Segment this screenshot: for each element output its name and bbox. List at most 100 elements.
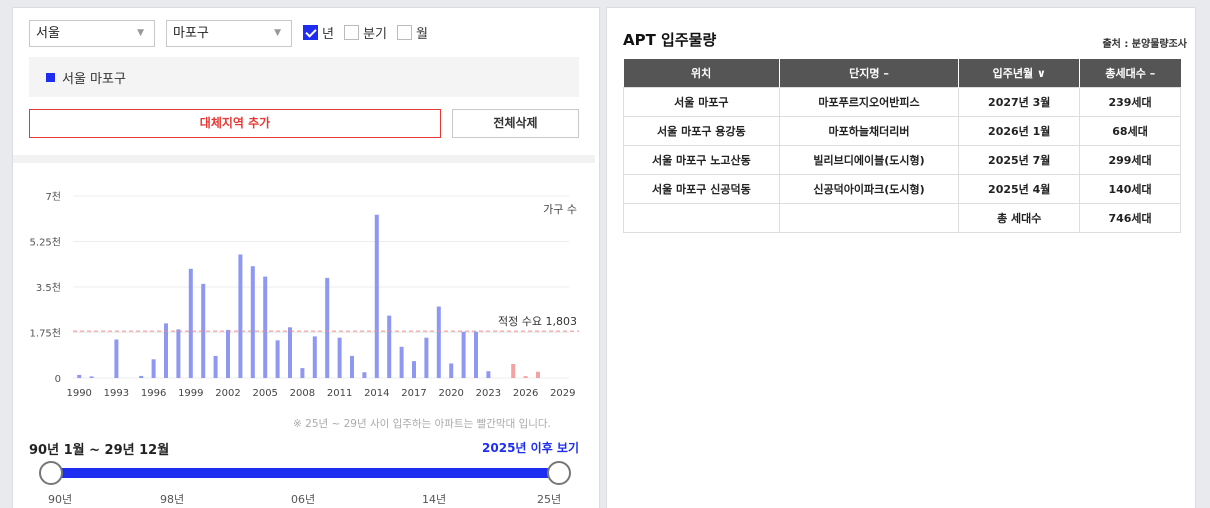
cell-move-in: 2027년 3월 <box>958 86 1081 117</box>
column-header-complex[interactable]: 단지명 – <box>779 59 960 87</box>
total-value: 746세대 <box>1079 202 1181 233</box>
cell-move-in: 2025년 4월 <box>958 173 1081 204</box>
region-color-marker <box>46 73 55 82</box>
cell-move-in: 2025년 7월 <box>958 144 1081 175</box>
supply-chart-panel: 서울 ▼ 마포구 ▼ 년 분기 월 서울 마포구 대체지역 추가 전체삭제 01… <box>12 7 600 508</box>
cell-location: 서울 마포구 신공덕동 <box>623 173 780 204</box>
bar-2008 <box>300 368 305 378</box>
slider-end-handle[interactable] <box>547 461 571 485</box>
region-select-value: 서울 <box>36 26 60 41</box>
bar-1991 <box>89 376 94 378</box>
bar-2026 <box>523 376 528 378</box>
add-region-button[interactable]: 대체지역 추가 <box>29 109 441 138</box>
x-tick-label: 2014 <box>364 388 389 399</box>
slider-tick: 25년 <box>537 493 562 506</box>
cell-households: 299세대 <box>1079 144 1181 175</box>
slider-tick: 98년 <box>160 493 185 506</box>
x-tick-label: 2020 <box>438 388 463 399</box>
x-tick-label: 1996 <box>141 388 166 399</box>
region-select[interactable]: 서울 ▼ <box>29 20 155 47</box>
bar-2007 <box>288 327 292 378</box>
bar-1993 <box>114 339 119 378</box>
bar-2018 <box>424 337 429 378</box>
bar-2021 <box>461 331 466 378</box>
y-tick-label: 0 <box>55 374 61 385</box>
bar-2011 <box>337 337 342 378</box>
bar-2006 <box>275 340 280 378</box>
table-row[interactable]: 서울 마포구 용강동 마포하늘채더리버 2026년 1월 68세대 <box>623 115 1181 146</box>
period-range-label: 90년 1월 ~ 29년 12월 <box>29 443 170 458</box>
x-tick-label: 2029 <box>550 388 575 399</box>
cell-move-in: 2026년 1월 <box>958 115 1081 146</box>
x-tick-label: 2011 <box>327 388 352 399</box>
cell-households: 239세대 <box>1079 86 1181 117</box>
bar-2019 <box>436 306 441 378</box>
district-select[interactable]: 마포구 ▼ <box>166 20 292 47</box>
month-checkbox[interactable] <box>397 25 412 40</box>
selected-region-list: 서울 마포구 <box>29 57 579 97</box>
clear-all-button[interactable]: 전체삭제 <box>452 109 579 138</box>
cell-empty <box>623 202 780 233</box>
year-checkbox[interactable] <box>303 25 318 40</box>
slider-tick: 90년 <box>48 493 73 506</box>
x-tick-label: 2023 <box>476 388 501 399</box>
bar-2002 <box>226 329 230 378</box>
apt-supply-table-panel: APT 입주물량 출처 : 분양물량조사 위치 단지명 – 입주년월 ∨ 총세대… <box>606 7 1196 508</box>
column-header-location[interactable]: 위치 <box>623 59 780 87</box>
year-checkbox-label: 년 <box>322 27 334 42</box>
table-row[interactable]: 서울 마포구 마포푸르지오어반피스 2027년 3월 239세대 <box>623 86 1181 117</box>
column-header-move-in[interactable]: 입주년월 ∨ <box>958 59 1081 87</box>
table-row[interactable]: 서울 마포구 신공덕동 신공덕아이파크(도시형) 2025년 4월 140세대 <box>623 173 1181 204</box>
bar-2022 <box>474 331 478 378</box>
y-tick-label: 7천 <box>45 191 61 203</box>
bar-1995 <box>139 375 144 378</box>
bar-2009 <box>312 336 317 378</box>
cell-complex: 빌리브디에이블(도시형) <box>778 144 960 175</box>
cell-location: 서울 마포구 <box>623 86 780 117</box>
data-source: 출처 : 분양물량조사 <box>1102 39 1187 50</box>
district-select-value: 마포구 <box>173 26 209 41</box>
quarter-checkbox-label: 분기 <box>363 27 387 42</box>
apt-supply-table: 위치 단지명 – 입주년월 ∨ 총세대수 – 서울 마포구 마포푸르지오어반피스… <box>623 59 1181 233</box>
cell-complex: 신공덕아이파크(도시형) <box>778 173 960 204</box>
bar-2013 <box>362 372 367 378</box>
x-tick-label: 1993 <box>104 388 129 399</box>
total-label: 총 세대수 <box>958 202 1081 233</box>
bar-2012 <box>350 355 354 378</box>
cell-location: 서울 마포구 노고산동 <box>623 144 780 175</box>
bar-2004 <box>250 266 255 378</box>
series-label: 가구 수 <box>543 203 577 216</box>
x-tick-label: 1990 <box>66 388 91 399</box>
column-header-households[interactable]: 총세대수 – <box>1079 59 1181 87</box>
y-tick-label: 5.25천 <box>30 237 61 249</box>
quarter-checkbox[interactable] <box>344 25 359 40</box>
bar-2001 <box>213 355 218 378</box>
bar-1996 <box>151 359 156 378</box>
bar-2010 <box>325 277 330 378</box>
month-checkbox-label: 월 <box>416 27 428 42</box>
table-header-row: 위치 단지명 – 입주년월 ∨ 총세대수 – <box>623 59 1181 87</box>
table-row[interactable]: 서울 마포구 노고산동 빌리브디에이블(도시형) 2025년 7월 299세대 <box>623 144 1181 175</box>
bar-2014 <box>374 214 379 378</box>
x-tick-label: 2005 <box>252 388 277 399</box>
bar-2017 <box>412 361 416 378</box>
bar-2023 <box>486 371 491 378</box>
bar-2005 <box>263 276 268 378</box>
period-slider-track[interactable] <box>53 468 559 478</box>
cell-empty <box>778 202 960 233</box>
cell-complex: 마포푸르지오어반피스 <box>778 86 960 117</box>
bar-2003 <box>238 254 243 378</box>
slider-tick: 14년 <box>422 493 447 506</box>
y-tick-label: 1.75천 <box>30 328 61 340</box>
chevron-down-icon: ▼ <box>274 28 281 38</box>
chevron-down-icon: ▼ <box>137 28 144 38</box>
after-2025-link[interactable]: 2025년 이후 보기 <box>482 439 579 456</box>
slider-start-handle[interactable] <box>39 461 63 485</box>
bar-2025 <box>511 363 516 378</box>
chart-note: ※ 25년 ~ 29년 사이 입주하는 아파트는 빨간막대 입니다. <box>293 418 551 430</box>
cell-complex: 마포하늘채더리버 <box>778 115 960 146</box>
selected-region-label[interactable]: 서울 마포구 <box>62 68 126 87</box>
cell-location: 서울 마포구 용강동 <box>623 115 780 146</box>
table-total-row: 총 세대수 746세대 <box>623 202 1181 233</box>
bar-2016 <box>399 346 404 378</box>
